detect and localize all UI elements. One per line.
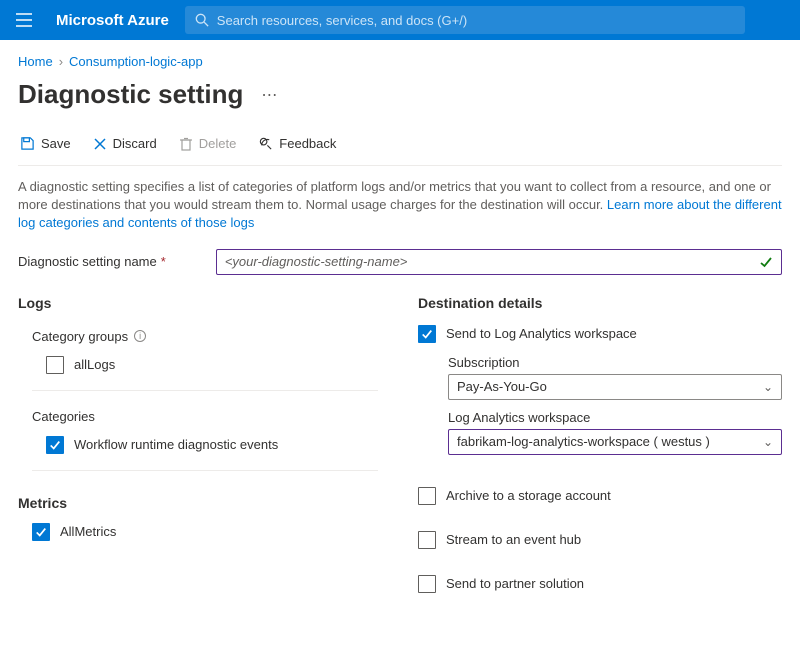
alllogs-checkbox[interactable] [46,356,64,374]
discard-button[interactable]: Discard [91,132,159,155]
send-partner-row: Send to partner solution [418,571,782,601]
subscription-select[interactable]: Pay-As-You-Go ⌄ [448,374,782,400]
categories-label: Categories [18,401,378,430]
archive-storage-checkbox[interactable] [418,487,436,505]
more-actions-button[interactable]: ⋯ [257,85,281,105]
feedback-icon [258,136,273,151]
feedback-label: Feedback [279,136,336,151]
hamburger-icon [16,13,32,27]
settings-columns: Logs Category groups i allLogs Categorie… [18,295,782,601]
divider [32,470,378,471]
hamburger-menu-button[interactable] [8,4,40,36]
check-icon [759,255,773,269]
trash-icon [179,136,193,151]
setting-name-label: Diagnostic setting name * [18,254,166,269]
allmetrics-checkbox[interactable] [32,523,50,541]
delete-label: Delete [199,136,237,151]
stream-eventhub-label: Stream to an event hub [446,532,581,547]
alllogs-label: allLogs [74,357,115,372]
setting-name-label-text: Diagnostic setting name [18,254,157,269]
chevron-down-icon: ⌄ [763,435,773,449]
chevron-right-icon: › [59,54,63,69]
page-title: Diagnostic setting [18,79,243,110]
send-partner-checkbox[interactable] [418,575,436,593]
breadcrumb-resource[interactable]: Consumption-logic-app [69,54,203,69]
searchbox[interactable] [185,6,745,34]
search-icon [195,13,209,27]
workflow-runtime-row: Workflow runtime diagnostic events [18,430,378,460]
feedback-button[interactable]: Feedback [256,132,338,155]
content-area: Home › Consumption-logic-app Diagnostic … [0,40,800,619]
send-law-label: Send to Log Analytics workspace [446,326,637,341]
chevron-down-icon: ⌄ [763,380,773,394]
stream-eventhub-checkbox[interactable] [418,531,436,549]
setting-name-row: Diagnostic setting name * [18,249,782,295]
allmetrics-label: AllMetrics [60,524,116,539]
breadcrumb-home[interactable]: Home [18,54,53,69]
setting-name-input-wrap[interactable] [216,249,782,275]
required-asterisk: * [161,254,166,269]
discard-label: Discard [113,136,157,151]
description-block: A diagnostic setting specifies a list of… [18,166,782,249]
save-button[interactable]: Save [18,132,73,155]
save-icon [20,136,35,151]
close-icon [93,137,107,151]
subscription-label: Subscription [448,355,782,374]
topbar: Microsoft Azure [0,0,800,40]
send-law-row: Send to Log Analytics workspace [418,321,782,351]
destination-heading: Destination details [418,295,782,321]
category-groups-text: Category groups [32,329,128,344]
delete-button: Delete [177,132,239,155]
metrics-heading: Metrics [18,481,378,517]
law-workspace-select[interactable]: fabrikam-log-analytics-workspace ( westu… [448,429,782,455]
logs-metrics-column: Logs Category groups i allLogs Categorie… [18,295,378,601]
law-workspace-value: fabrikam-log-analytics-workspace ( westu… [457,434,710,449]
destination-column: Destination details Send to Log Analytic… [418,295,782,601]
send-partner-label: Send to partner solution [446,576,584,591]
setting-name-input[interactable] [225,254,759,269]
subscription-value: Pay-As-You-Go [457,379,547,394]
workflow-runtime-label: Workflow runtime diagnostic events [74,437,278,452]
brand-label[interactable]: Microsoft Azure [56,12,169,29]
alllogs-row: allLogs [18,350,378,380]
breadcrumb: Home › Consumption-logic-app [18,40,782,79]
archive-storage-row: Archive to a storage account [418,483,782,513]
send-law-checkbox[interactable] [418,325,436,343]
search-input[interactable] [217,13,735,28]
logs-heading: Logs [18,295,378,321]
law-fields: Subscription Pay-As-You-Go ⌄ Log Analyti… [418,351,782,469]
stream-eventhub-row: Stream to an event hub [418,527,782,557]
workflow-runtime-checkbox[interactable] [46,436,64,454]
law-workspace-label: Log Analytics workspace [448,410,782,429]
page-title-row: Diagnostic setting ⋯ [18,79,782,132]
searchbar-wrap [185,6,792,34]
categories-text: Categories [32,409,95,424]
toolbar: Save Discard Delete Feedback [18,132,782,166]
archive-storage-label: Archive to a storage account [446,488,611,503]
divider [32,390,378,391]
info-icon[interactable]: i [134,330,146,342]
category-groups-label: Category groups i [18,321,378,350]
allmetrics-row: AllMetrics [18,517,378,547]
save-label: Save [41,136,71,151]
